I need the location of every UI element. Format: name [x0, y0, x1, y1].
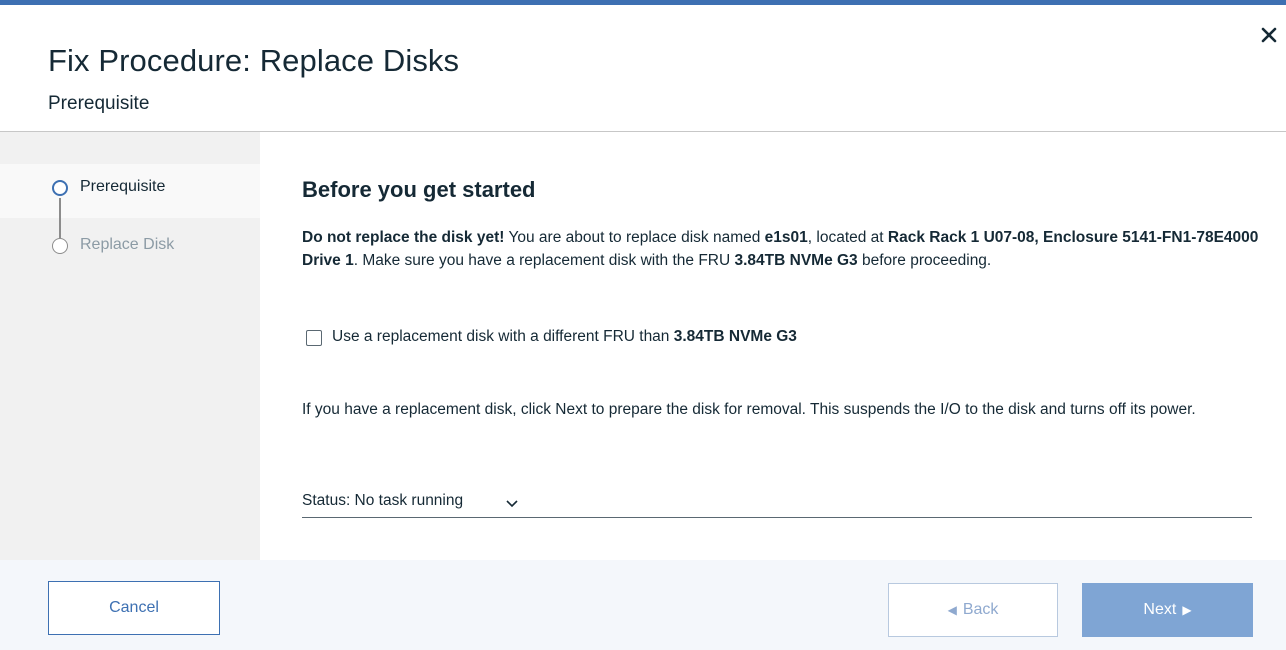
- triangle-right-icon: ▶: [1182, 603, 1192, 617]
- dialog-header: Fix Procedure: Replace Disks Prerequisit…: [0, 5, 1286, 132]
- back-button[interactable]: ◀ Back: [888, 583, 1058, 637]
- step-active-icon: [52, 180, 68, 196]
- next-button[interactable]: Next ▶: [1082, 583, 1253, 637]
- steps-sidebar: Prerequisite Replace Disk: [0, 132, 260, 560]
- text-segment: . Make sure you have a replacement disk …: [353, 252, 735, 269]
- chevron-down-icon[interactable]: [505, 496, 519, 514]
- step-replace-disk[interactable]: Replace Disk: [0, 218, 260, 272]
- instructions-paragraph: If you have a replacement disk, click Ne…: [302, 401, 1196, 418]
- step-content: Before you get started Do not replace th…: [260, 132, 1286, 560]
- checkbox-fru: 3.84TB NVMe G3: [673, 328, 797, 345]
- cancel-label: Cancel: [109, 599, 159, 616]
- checkbox-label: Use a replacement disk with a different …: [332, 328, 797, 346]
- fix-procedure-dialog: Fix Procedure: Replace Disks Prerequisit…: [0, 0, 1286, 650]
- disk-name: e1s01: [764, 229, 808, 246]
- checkbox-label-text: Use a replacement disk with a different …: [332, 328, 674, 345]
- text-segment: before proceeding.: [857, 252, 992, 269]
- warning-paragraph: Do not replace the disk yet! You are abo…: [302, 226, 1262, 272]
- step-label: Replace Disk: [80, 236, 175, 253]
- warning-bold: Do not replace the disk yet!: [302, 229, 505, 246]
- dialog-body: Prerequisite Replace Disk Before you get…: [0, 132, 1286, 560]
- status-dropdown[interactable]: Status: No task running: [302, 490, 1252, 518]
- close-icon[interactable]: [1256, 22, 1282, 48]
- dialog-footer: Cancel ◀ Back Next ▶: [0, 560, 1286, 650]
- cancel-button[interactable]: Cancel: [48, 581, 220, 635]
- text-segment: You are about to replace disk named: [504, 229, 765, 246]
- different-fru-checkbox[interactable]: [306, 330, 322, 346]
- dialog-subtitle: Prerequisite: [48, 93, 150, 114]
- step-label: Prerequisite: [80, 178, 166, 195]
- triangle-left-icon: ◀: [947, 603, 957, 617]
- step-inactive-icon: [52, 238, 68, 254]
- text-segment: , located at: [807, 229, 888, 246]
- dialog-title: Fix Procedure: Replace Disks: [48, 43, 460, 78]
- back-label: Back: [962, 601, 999, 618]
- next-label: Next: [1143, 601, 1177, 618]
- step-prerequisite[interactable]: Prerequisite: [0, 164, 260, 218]
- content-heading: Before you get started: [302, 177, 536, 202]
- fru-name: 3.84TB NVMe G3: [734, 252, 858, 269]
- status-text: Status: No task running: [302, 492, 464, 509]
